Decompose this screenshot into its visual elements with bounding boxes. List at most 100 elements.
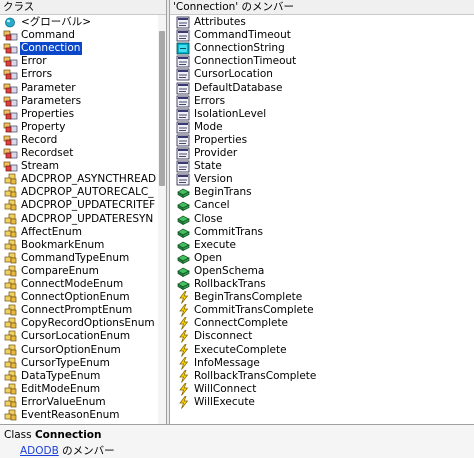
classes-scrollbar-thumb[interactable] [159,31,165,186]
property-icon [176,95,192,108]
members-list[interactable]: Attributes CommandTimeout ConnectionString… [173,15,474,424]
enum-icon [3,291,19,304]
member-item-provider[interactable]: Provider [173,147,474,160]
class-item-errors[interactable]: Errors [0,68,158,81]
member-item-openschema[interactable]: OpenSchema [173,265,474,278]
member-item-defaultdatabase[interactable]: DefaultDatabase [173,82,474,95]
member-item-infomessage[interactable]: InfoMessage [173,357,474,370]
member-item-open[interactable]: Open [173,252,474,265]
class-item-connectoptionenum[interactable]: ConnectOptionEnum [0,291,158,304]
enum-icon [3,370,19,383]
class-item-parameter[interactable]: Parameter [0,82,158,95]
member-item-committranscomplete[interactable]: CommitTransComplete [173,304,474,317]
class-item-adcprop-autorecalc[interactable]: ADCPROP_AUTORECALC_ [0,186,158,199]
member-item-version[interactable]: Version [173,173,474,186]
class-item-recordset[interactable]: Recordset [0,147,158,160]
class-item-cursoroptionenum[interactable]: CursorOptionEnum [0,344,158,357]
class-item-affectenum[interactable]: AffectEnum [0,226,158,239]
enum-icon [3,357,19,370]
class-item-command[interactable]: Command [0,29,158,42]
member-item-cursorlocation[interactable]: CursorLocation [173,68,474,81]
member-item-executecomplete[interactable]: ExecuteComplete [173,344,474,357]
class-item-connectmodeenum[interactable]: ConnectModeEnum [0,278,158,291]
member-item-label: Cancel [194,199,230,212]
method-icon [176,213,192,226]
class-item-parameters[interactable]: Parameters [0,95,158,108]
class-item-connectpromptenum[interactable]: ConnectPromptEnum [0,304,158,317]
class-item-copyrecordoptionsenum[interactable]: CopyRecordOptionsEnum [0,317,158,330]
pane-splitter[interactable] [166,0,170,424]
class-item-adcprop-updatecritef[interactable]: ADCPROP_UPDATECRITEF [0,199,158,212]
class-item-connection[interactable]: Connection [0,42,158,56]
member-item-rollbacktrans[interactable]: RollbackTrans [173,278,474,291]
class-item-editmodeenum[interactable]: EditModeEnum [0,383,158,396]
class-item-record[interactable]: Record [0,134,158,147]
class-item-label: CursorTypeEnum [21,356,110,369]
class-item-item[interactable]: <グローバル> [0,16,158,29]
member-item-close[interactable]: Close [173,213,474,226]
class-icon [3,29,19,42]
member-item-isolationlevel[interactable]: IsolationLevel [173,108,474,121]
class-item-label: <グローバル> [21,16,91,28]
method-icon [176,226,192,239]
member-item-label: DefaultDatabase [194,81,283,94]
classes-list[interactable]: <グローバル> Command Connection Error Errors Param… [0,15,159,424]
library-link[interactable]: ADODB [20,445,59,457]
class-item-label: CommandTypeEnum [21,251,130,264]
member-item-commandtimeout[interactable]: CommandTimeout [173,29,474,42]
member-item-attributes[interactable]: Attributes [173,16,474,29]
method-icon [176,239,192,252]
class-item-properties[interactable]: Properties [0,108,158,121]
class-icon [3,134,19,147]
member-item-execute[interactable]: Execute [173,239,474,252]
details-name: Connection [34,429,102,441]
member-item-disconnect[interactable]: Disconnect [173,330,474,344]
class-item-datatypeenum[interactable]: DataTypeEnum [0,370,158,383]
class-item-bookmarkenum[interactable]: BookmarkEnum [0,239,158,252]
class-item-stream[interactable]: Stream [0,160,158,173]
class-icon [3,55,19,68]
class-item-adcprop-updateresyn[interactable]: ADCPROP_UPDATERESYN [0,213,158,226]
property-icon [176,147,192,160]
class-item-property[interactable]: Property [0,121,158,134]
details-pane: Class Connection ADODB のメンバー [0,424,474,458]
member-item-label: ConnectComplete [194,317,289,330]
member-item-connectionstring[interactable]: ConnectionString [173,42,474,55]
member-item-connectcomplete[interactable]: ConnectComplete [173,317,474,331]
class-item-error[interactable]: Error [0,55,158,68]
class-item-label: CursorLocationEnum [21,330,131,343]
member-item-properties[interactable]: Properties [173,134,474,147]
member-item-rollbacktranscomplete[interactable]: RollbackTransComplete [173,370,474,383]
member-item-willconnect[interactable]: WillConnect [173,383,474,396]
class-icon [3,160,19,173]
member-item-label: Open [194,251,223,264]
member-item-label: RollbackTrans [194,278,266,290]
method-icon [176,186,192,199]
classes-scrollbar[interactable] [158,15,166,424]
member-item-errors[interactable]: Errors [173,95,474,108]
member-item-connectiontimeout[interactable]: ConnectionTimeout [173,55,474,68]
event-icon [176,382,192,396]
property-icon [176,108,192,121]
class-item-eventreasonenum[interactable]: EventReasonEnum [0,409,158,422]
class-item-label: Error [21,55,47,68]
class-item-compareenum[interactable]: CompareEnum [0,265,158,278]
class-item-cursortypeenum[interactable]: CursorTypeEnum [0,357,158,370]
member-item-state[interactable]: State [173,160,474,173]
class-item-commandtypeenum[interactable]: CommandTypeEnum [0,252,158,265]
property-icon [176,55,192,68]
member-item-begintrans[interactable]: BeginTrans [173,186,474,199]
member-item-label: State [194,160,222,173]
class-item-errorvalueenum[interactable]: ErrorValueEnum [0,396,158,409]
member-item-committrans[interactable]: CommitTrans [173,226,474,239]
member-item-label: BeginTrans [194,186,252,199]
class-icon [3,121,19,134]
member-item-begintranscomplete[interactable]: BeginTransComplete [173,291,474,304]
class-item-label: Properties [21,107,75,120]
class-item-adcprop-asyncthread[interactable]: ADCPROP_ASYNCTHREAD [0,173,158,186]
member-item-mode[interactable]: Mode [173,121,474,134]
enum-icon [3,265,19,278]
member-item-cancel[interactable]: Cancel [173,199,474,212]
member-item-willexecute[interactable]: WillExecute [173,396,474,409]
class-item-cursorlocationenum[interactable]: CursorLocationEnum [0,330,158,343]
